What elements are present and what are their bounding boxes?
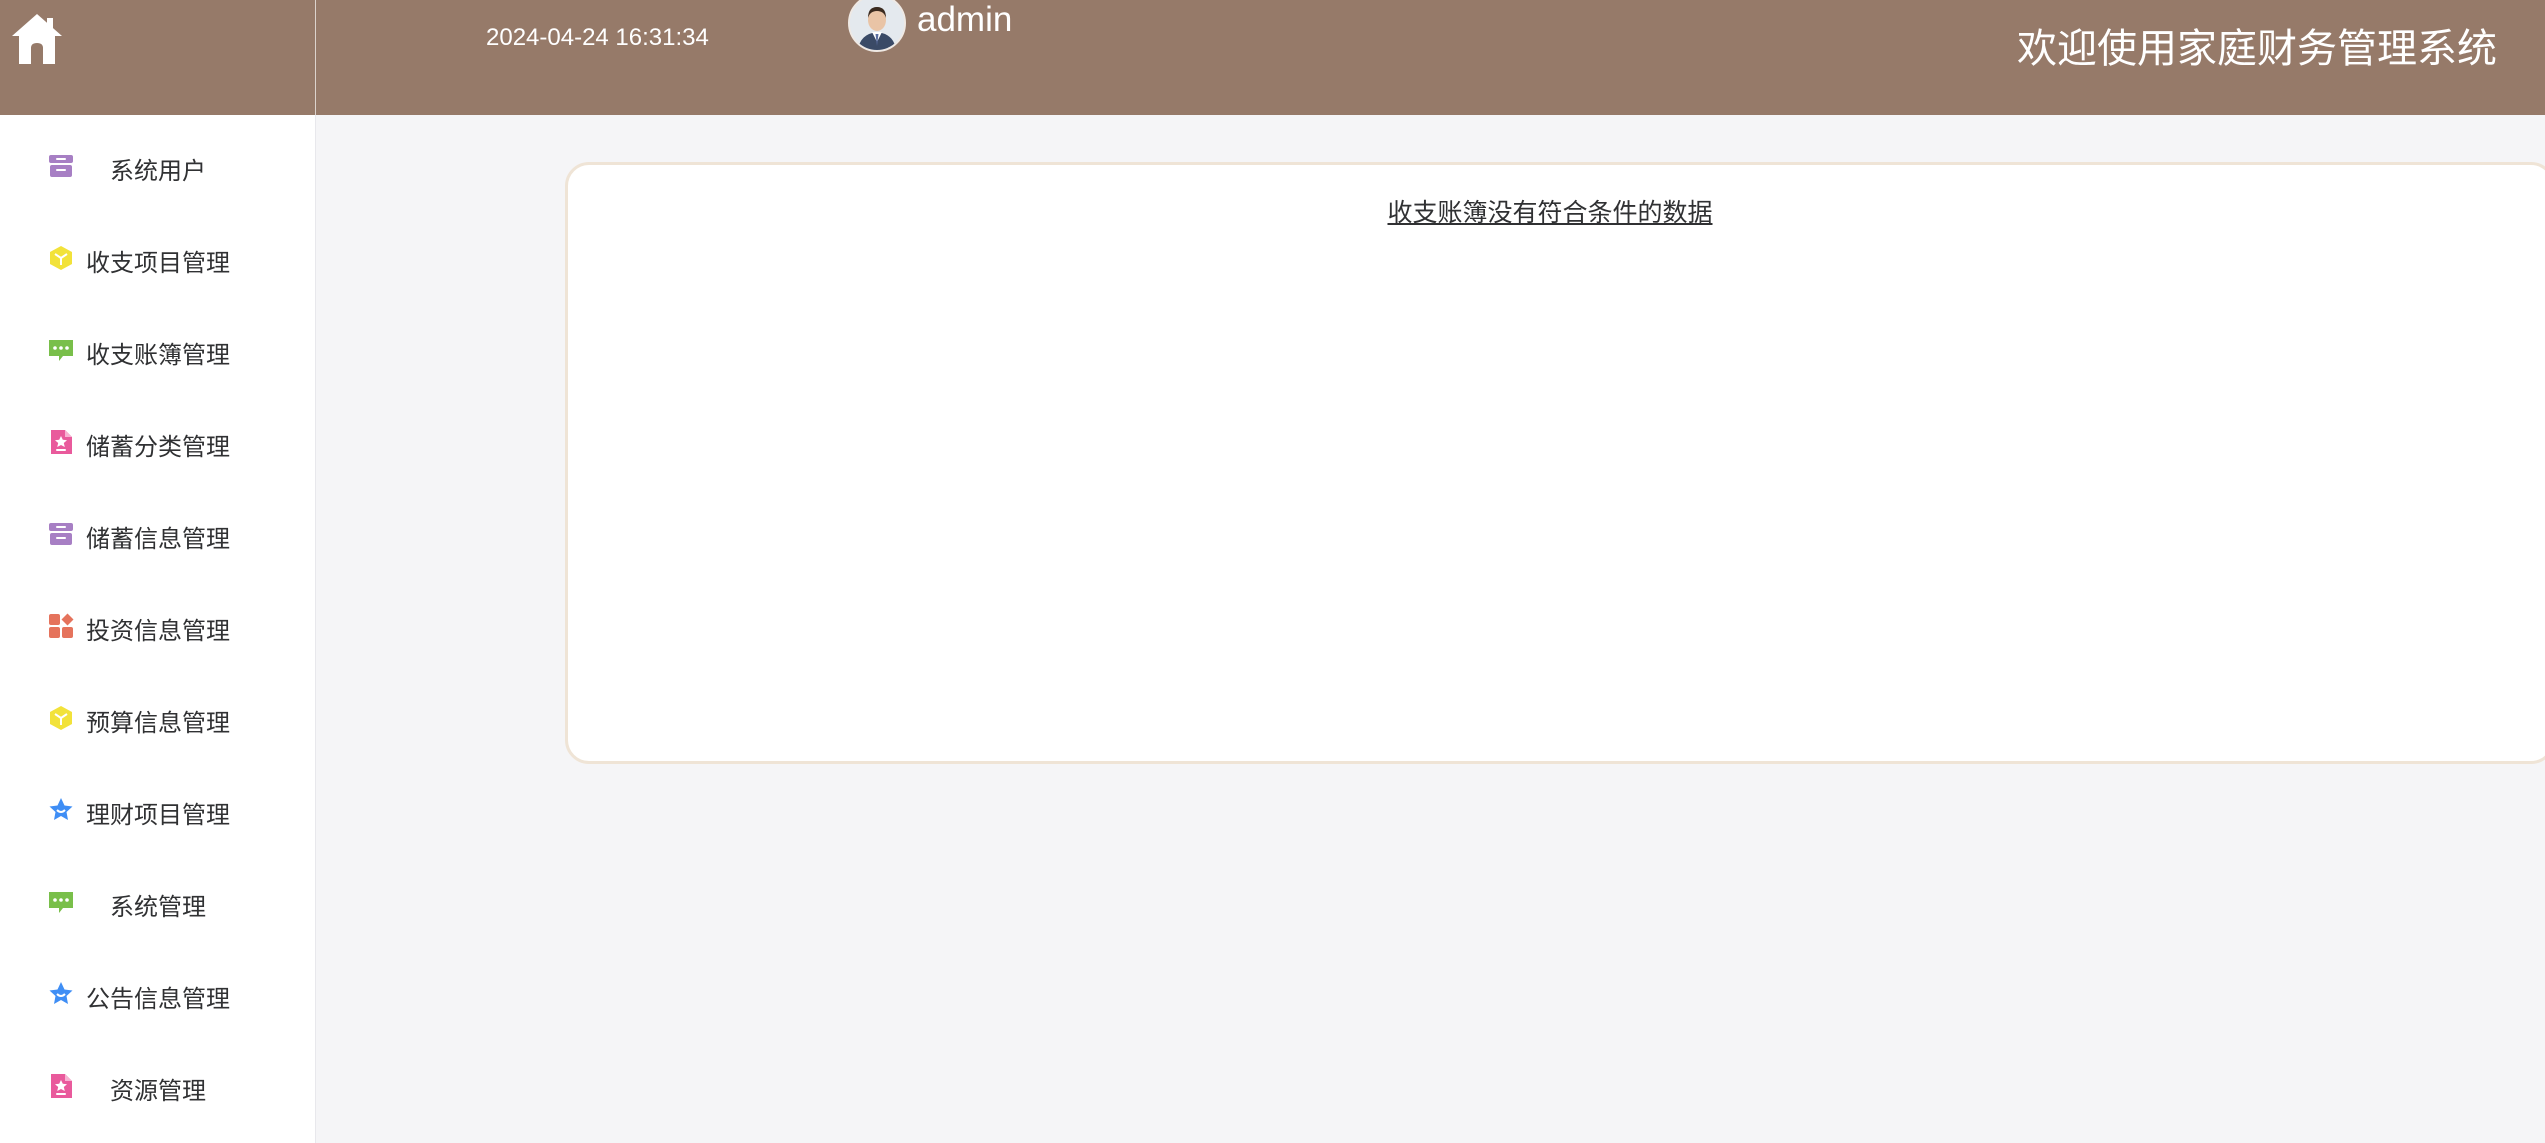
document-icon: [51, 430, 72, 454]
sidebar-item-label: 储蓄信息管理: [86, 525, 230, 553]
archive-icon: [49, 523, 73, 545]
sidebar-item-budget-info[interactable]: 预算信息管理: [0, 683, 316, 753]
sidebar-item-label: 收支项目管理: [86, 249, 230, 277]
sidebar-item-label: 理财项目管理: [86, 801, 230, 829]
sidebar-item-label: 预算信息管理: [86, 709, 230, 737]
sidebar-item-system-users[interactable]: 系统用户: [0, 131, 316, 201]
sidebar-item-income-expense-items[interactable]: 收支项目管理: [0, 223, 316, 293]
sidebar-item-label: 资源管理: [110, 1077, 206, 1105]
logo-area: [0, 0, 316, 115]
star-badge-icon: [49, 798, 73, 820]
archive-icon: [49, 155, 73, 177]
sidebar-item-resources[interactable]: 资源管理: [0, 1051, 316, 1121]
cube-icon: [50, 246, 72, 270]
cube-icon: [50, 706, 72, 730]
ledger-panel: 收支账簿没有符合条件的数据: [565, 162, 2545, 764]
empty-data-message[interactable]: 收支账簿没有符合条件的数据: [568, 193, 2545, 229]
apps-icon: [49, 613, 74, 638]
sidebar-item-label: 公告信息管理: [86, 985, 230, 1013]
app-title: 欢迎使用家庭财务管理系统: [2017, 26, 2497, 72]
sidebar-item-label: 系统管理: [110, 893, 206, 921]
sidebar-item-investment-info[interactable]: 投资信息管理: [0, 591, 316, 661]
star-badge-icon: [49, 982, 73, 1004]
sidebar-item-savings-info[interactable]: 储蓄信息管理: [0, 499, 316, 569]
sidebar-item-savings-category[interactable]: 储蓄分类管理: [0, 407, 316, 477]
user-avatar[interactable]: [848, 0, 906, 52]
sidebar-item-label: 收支账簿管理: [86, 341, 230, 369]
top-bar: 2024-04-24 16:31:34 admin 欢迎使用家庭财务管理系统: [0, 0, 2545, 115]
sidebar-item-ledger[interactable]: 收支账簿管理: [0, 315, 316, 385]
home-icon[interactable]: [8, 10, 66, 68]
sidebar-item-announcements[interactable]: 公告信息管理: [0, 959, 316, 1029]
sidebar-item-label: 系统用户: [110, 157, 206, 185]
avatar-image: [850, 0, 904, 50]
username[interactable]: admin: [917, 0, 1012, 40]
chat-icon: [49, 892, 73, 913]
chat-icon: [49, 340, 73, 361]
current-datetime: 2024-04-24 16:31:34: [486, 24, 709, 51]
document-icon: [51, 1074, 72, 1098]
sidebar-item-finance-projects[interactable]: 理财项目管理: [0, 775, 316, 845]
sidebar-item-system-management[interactable]: 系统管理: [0, 867, 316, 937]
sidebar-menu: 系统用户 收支项目管理 收支账簿管理 储蓄分类管理 储蓄信息管理 投资信息管理 …: [0, 115, 316, 1143]
sidebar-item-label: 储蓄分类管理: [86, 433, 230, 461]
sidebar-item-label: 投资信息管理: [86, 617, 230, 645]
